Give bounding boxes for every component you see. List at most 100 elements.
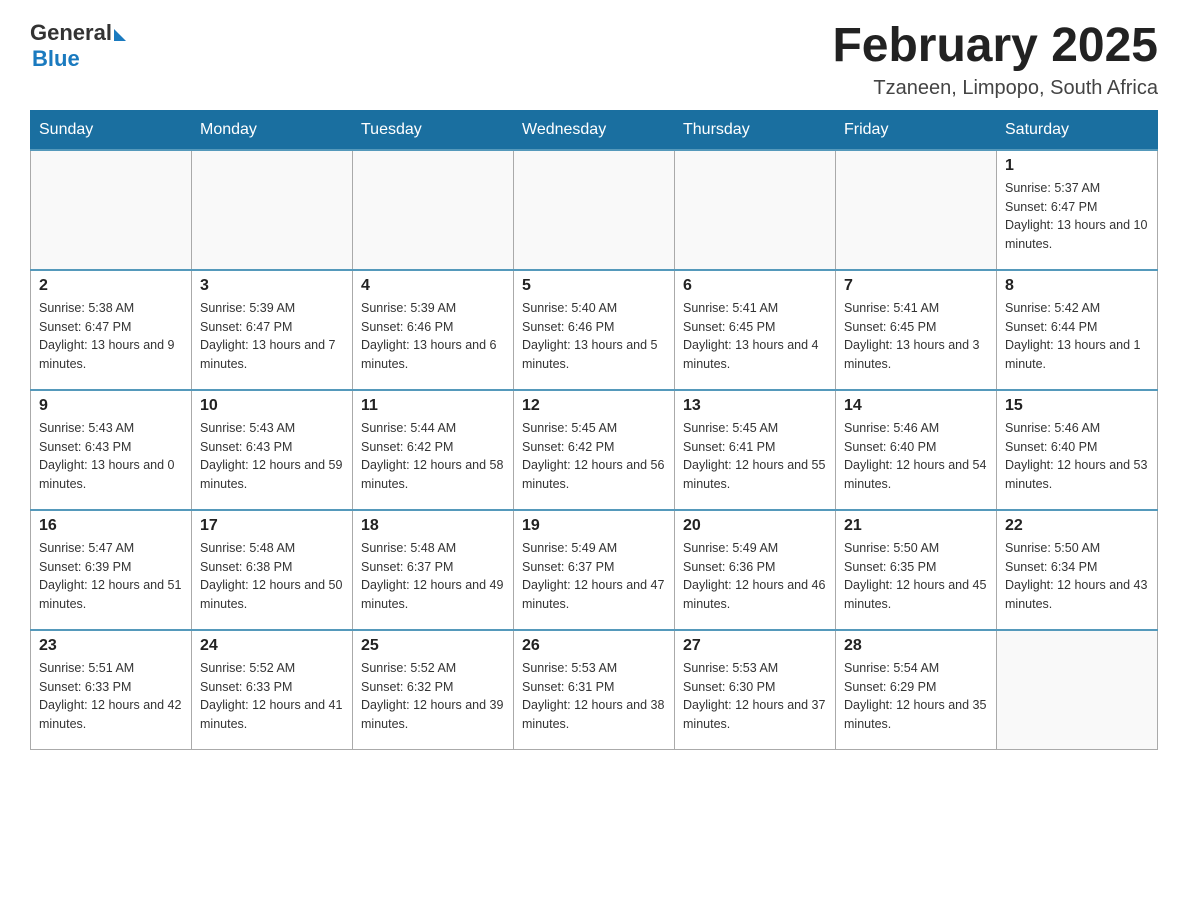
calendar-cell: 19 Sunrise: 5:49 AMSunset: 6:37 PMDayligh… [514, 510, 675, 630]
day-info: Sunrise: 5:46 AMSunset: 6:40 PMDaylight:… [844, 419, 988, 494]
day-number: 15 [1005, 397, 1149, 415]
day-number: 3 [200, 277, 344, 295]
day-info: Sunrise: 5:49 AMSunset: 6:37 PMDaylight:… [522, 539, 666, 614]
day-info: Sunrise: 5:50 AMSunset: 6:34 PMDaylight:… [1005, 539, 1149, 614]
day-number: 17 [200, 517, 344, 535]
calendar-cell: 11Sunrise: 5:44 AMSunset: 6:42 PMDayligh… [353, 390, 514, 510]
day-number: 18 [361, 517, 505, 535]
day-number: 8 [1005, 277, 1149, 295]
calendar-cell: 21 Sunrise: 5:50 AMSunset: 6:35 PMDayligh… [836, 510, 997, 630]
location-subtitle: Tzaneen, Limpopo, South Africa [832, 77, 1158, 100]
day-of-week-header: Thursday [675, 110, 836, 150]
day-number: 21 [844, 517, 988, 535]
week-row: 16 Sunrise: 5:47 AMSunset: 6:39 PMDayligh… [31, 510, 1158, 630]
day-info: Sunrise: 5:43 AMSunset: 6:43 PMDaylight:… [39, 419, 183, 494]
calendar-cell: 6 Sunrise: 5:41 AMSunset: 6:45 PMDaylight… [675, 270, 836, 390]
calendar-cell: 8 Sunrise: 5:42 AMSunset: 6:44 PMDaylight… [997, 270, 1158, 390]
day-number: 7 [844, 277, 988, 295]
day-number: 22 [1005, 517, 1149, 535]
day-info: Sunrise: 5:47 AMSunset: 6:39 PMDaylight:… [39, 539, 183, 614]
title-block: February 2025 Tzaneen, Limpopo, South Af… [832, 20, 1158, 100]
day-info: Sunrise: 5:52 AMSunset: 6:33 PMDaylight:… [200, 659, 344, 734]
calendar-cell: 7 Sunrise: 5:41 AMSunset: 6:45 PMDaylight… [836, 270, 997, 390]
day-info: Sunrise: 5:41 AMSunset: 6:45 PMDaylight:… [844, 299, 988, 374]
page-header: General Blue February 2025 Tzaneen, Limp… [30, 20, 1158, 100]
day-number: 4 [361, 277, 505, 295]
day-number: 5 [522, 277, 666, 295]
day-info: Sunrise: 5:45 AMSunset: 6:41 PMDaylight:… [683, 419, 827, 494]
logo-general-text: General [30, 20, 112, 46]
day-number: 16 [39, 517, 183, 535]
calendar-cell: 10Sunrise: 5:43 AMSunset: 6:43 PMDayligh… [192, 390, 353, 510]
calendar-cell: 23 Sunrise: 5:51 AMSunset: 6:33 PMDayligh… [31, 630, 192, 750]
day-info: Sunrise: 5:37 AMSunset: 6:47 PMDaylight:… [1005, 179, 1149, 254]
day-number: 1 [1005, 157, 1149, 175]
day-info: Sunrise: 5:42 AMSunset: 6:44 PMDaylight:… [1005, 299, 1149, 374]
day-number: 6 [683, 277, 827, 295]
calendar-table: SundayMondayTuesdayWednesdayThursdayFrid… [30, 110, 1158, 751]
calendar-cell: 15 Sunrise: 5:46 AMSunset: 6:40 PMDayligh… [997, 390, 1158, 510]
calendar-cell: 16 Sunrise: 5:47 AMSunset: 6:39 PMDayligh… [31, 510, 192, 630]
calendar-cell: 12Sunrise: 5:45 AMSunset: 6:42 PMDayligh… [514, 390, 675, 510]
calendar-cell: 27Sunrise: 5:53 AMSunset: 6:30 PMDayligh… [675, 630, 836, 750]
day-number: 14 [844, 397, 988, 415]
day-number: 28 [844, 637, 988, 655]
day-info: Sunrise: 5:41 AMSunset: 6:45 PMDaylight:… [683, 299, 827, 374]
calendar-cell: 14 Sunrise: 5:46 AMSunset: 6:40 PMDayligh… [836, 390, 997, 510]
day-info: Sunrise: 5:49 AMSunset: 6:36 PMDaylight:… [683, 539, 827, 614]
day-info: Sunrise: 5:51 AMSunset: 6:33 PMDaylight:… [39, 659, 183, 734]
main-title: February 2025 [832, 20, 1158, 73]
calendar-cell: 17 Sunrise: 5:48 AMSunset: 6:38 PMDayligh… [192, 510, 353, 630]
logo-blue-text: Blue [32, 46, 80, 72]
calendar-cell [353, 150, 514, 270]
day-info: Sunrise: 5:50 AMSunset: 6:35 PMDaylight:… [844, 539, 988, 614]
day-of-week-header: Wednesday [514, 110, 675, 150]
calendar-cell: 22 Sunrise: 5:50 AMSunset: 6:34 PMDayligh… [997, 510, 1158, 630]
day-info: Sunrise: 5:38 AMSunset: 6:47 PMDaylight:… [39, 299, 183, 374]
day-number: 27 [683, 637, 827, 655]
day-of-week-header: Tuesday [353, 110, 514, 150]
day-info: Sunrise: 5:52 AMSunset: 6:32 PMDaylight:… [361, 659, 505, 734]
day-number: 24 [200, 637, 344, 655]
day-info: Sunrise: 5:53 AMSunset: 6:31 PMDaylight:… [522, 659, 666, 734]
day-info: Sunrise: 5:39 AMSunset: 6:47 PMDaylight:… [200, 299, 344, 374]
day-number: 11 [361, 397, 505, 415]
day-info: Sunrise: 5:45 AMSunset: 6:42 PMDaylight:… [522, 419, 666, 494]
calendar-cell: 20 Sunrise: 5:49 AMSunset: 6:36 PMDayligh… [675, 510, 836, 630]
calendar-cell: 28 Sunrise: 5:54 AMSunset: 6:29 PMDayligh… [836, 630, 997, 750]
calendar-cell: 3 Sunrise: 5:39 AMSunset: 6:47 PMDaylight… [192, 270, 353, 390]
calendar-cell [836, 150, 997, 270]
day-number: 25 [361, 637, 505, 655]
calendar-cell [997, 630, 1158, 750]
day-of-week-header: Saturday [997, 110, 1158, 150]
logo-arrow-icon [114, 29, 126, 41]
day-number: 10 [200, 397, 344, 415]
day-number: 19 [522, 517, 666, 535]
day-info: Sunrise: 5:54 AMSunset: 6:29 PMDaylight:… [844, 659, 988, 734]
day-of-week-header: Sunday [31, 110, 192, 150]
day-number: 20 [683, 517, 827, 535]
day-info: Sunrise: 5:46 AMSunset: 6:40 PMDaylight:… [1005, 419, 1149, 494]
day-info: Sunrise: 5:40 AMSunset: 6:46 PMDaylight:… [522, 299, 666, 374]
calendar-cell [192, 150, 353, 270]
day-number: 26 [522, 637, 666, 655]
day-of-week-header: Friday [836, 110, 997, 150]
week-row: 23 Sunrise: 5:51 AMSunset: 6:33 PMDayligh… [31, 630, 1158, 750]
day-info: Sunrise: 5:48 AMSunset: 6:37 PMDaylight:… [361, 539, 505, 614]
day-number: 23 [39, 637, 183, 655]
calendar-cell: 4Sunrise: 5:39 AMSunset: 6:46 PMDaylight… [353, 270, 514, 390]
calendar-cell: 26 Sunrise: 5:53 AMSunset: 6:31 PMDayligh… [514, 630, 675, 750]
calendar-cell: 25 Sunrise: 5:52 AMSunset: 6:32 PMDayligh… [353, 630, 514, 750]
calendar-cell [514, 150, 675, 270]
calendar-cell: 18 Sunrise: 5:48 AMSunset: 6:37 PMDayligh… [353, 510, 514, 630]
calendar-cell: 2Sunrise: 5:38 AMSunset: 6:47 PMDaylight… [31, 270, 192, 390]
day-number: 9 [39, 397, 183, 415]
day-of-week-header: Monday [192, 110, 353, 150]
calendar-cell [31, 150, 192, 270]
day-info: Sunrise: 5:48 AMSunset: 6:38 PMDaylight:… [200, 539, 344, 614]
calendar-cell: 9 Sunrise: 5:43 AMSunset: 6:43 PMDaylight… [31, 390, 192, 510]
calendar-cell: 24 Sunrise: 5:52 AMSunset: 6:33 PMDayligh… [192, 630, 353, 750]
calendar-cell: 1 Sunrise: 5:37 AMSunset: 6:47 PMDaylight… [997, 150, 1158, 270]
calendar-cell [675, 150, 836, 270]
logo: General Blue [30, 20, 126, 72]
